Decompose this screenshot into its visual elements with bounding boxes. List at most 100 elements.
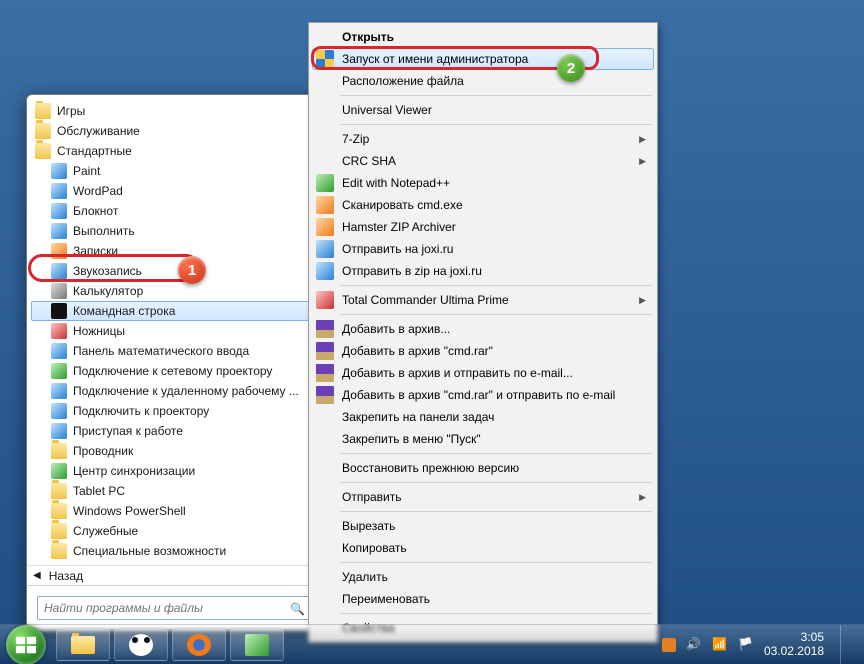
context-item-label: Сканировать cmd.exe (342, 198, 634, 212)
winrar-icon (316, 364, 334, 382)
start-item[interactable]: Подключить к проектору (31, 401, 319, 421)
flag-icon[interactable]: 🏳️ (738, 637, 754, 653)
context-item[interactable]: 7-Zip▶ (312, 128, 654, 150)
context-item[interactable]: Восстановить прежнюю версию (312, 457, 654, 479)
context-item[interactable]: Добавить в архив... (312, 318, 654, 340)
taskbar-app-firefox[interactable] (172, 629, 226, 661)
start-folder[interactable]: Обслуживание (31, 121, 319, 141)
context-item[interactable]: Отправить▶ (312, 486, 654, 508)
context-item[interactable]: Отправить в zip на joxi.ru (312, 260, 654, 282)
context-item-label: Отправить в zip на joxi.ru (342, 264, 634, 278)
blank-icon (316, 517, 334, 535)
context-separator (340, 314, 652, 315)
context-item-label: Копировать (342, 541, 634, 555)
context-item-label: Закрепить в меню "Пуск" (342, 432, 634, 446)
start-item-command-prompt[interactable]: Командная строка (31, 301, 319, 321)
start-menu-back[interactable]: ◀ Назад (27, 565, 323, 585)
context-item[interactable]: Копировать (312, 537, 654, 559)
context-item[interactable]: Закрепить на панели задач (312, 406, 654, 428)
submenu-arrow-icon: ▶ (639, 134, 646, 145)
start-item[interactable]: Панель математического ввода (31, 341, 319, 361)
folder-icon (35, 103, 51, 119)
context-item[interactable]: Добавить в архив и отправить по e-mail..… (312, 362, 654, 384)
start-item[interactable]: Ножницы (31, 321, 319, 341)
context-item-run-as-admin[interactable]: Запуск от имени администратора (312, 48, 654, 70)
start-subfolder[interactable]: Tablet PC (31, 481, 319, 501)
taskbar-app-monitor[interactable] (230, 629, 284, 661)
context-item-label: Закрепить на панели задач (342, 410, 634, 424)
clock-time: 3:05 (764, 631, 824, 645)
network-icon[interactable]: 📶 (712, 637, 728, 653)
context-separator (340, 95, 652, 96)
start-subfolder[interactable]: Специальные возможности (31, 541, 319, 561)
context-item[interactable]: Переименовать (312, 588, 654, 610)
blank-icon (316, 459, 334, 477)
context-item[interactable]: Расположение файла (312, 70, 654, 92)
start-item[interactable]: Проводник (31, 441, 319, 461)
start-item[interactable]: Выполнить (31, 221, 319, 241)
start-item[interactable]: Paint (31, 161, 319, 181)
context-item[interactable]: Universal Viewer (312, 99, 654, 121)
show-desktop-button[interactable] (840, 625, 850, 664)
context-menu: ОткрытьЗапуск от имени администратораРас… (308, 22, 658, 643)
start-folder[interactable]: Стандартные (31, 141, 319, 161)
context-item[interactable]: Total Commander Ultima Prime▶ (312, 289, 654, 311)
taskbar-clock[interactable]: 3:05 03.02.2018 (764, 631, 824, 659)
start-item[interactable]: Блокнот (31, 201, 319, 221)
start-item-label: Блокнот (73, 204, 118, 218)
clock-date: 03.02.2018 (764, 645, 824, 659)
folder-label: Tablet PC (73, 484, 125, 498)
context-item[interactable]: Сканировать cmd.exe (312, 194, 654, 216)
start-item[interactable]: Центр синхронизации (31, 461, 319, 481)
search-input[interactable] (37, 596, 313, 620)
folder-icon (51, 503, 67, 519)
taskbar-app-explorer[interactable] (56, 629, 110, 661)
cmd-icon (51, 303, 67, 319)
taskbar: 🔊 📶 🏳️ 3:05 03.02.2018 (0, 624, 864, 664)
context-item[interactable]: Удалить (312, 566, 654, 588)
context-item[interactable]: Edit with Notepad++ (312, 172, 654, 194)
start-item[interactable]: Приступая к работе (31, 421, 319, 441)
getting-icon (51, 423, 67, 439)
start-item-label: Выполнить (73, 224, 135, 238)
folder-label: Windows PowerShell (73, 504, 186, 518)
start-item[interactable]: Записки (31, 241, 319, 261)
context-item-label: Переименовать (342, 592, 634, 606)
blank-icon (316, 590, 334, 608)
taskbar-app-panda[interactable] (114, 629, 168, 661)
context-item-label: Edit with Notepad++ (342, 176, 634, 190)
context-item[interactable]: Hamster ZIP Archiver (312, 216, 654, 238)
folder-label: Игры (57, 104, 85, 118)
context-item[interactable]: Вырезать (312, 515, 654, 537)
start-item-label: Центр синхронизации (73, 464, 195, 478)
start-menu: Игры ОбслуживаниеСтандартные PaintWordPad… (26, 94, 324, 631)
blank-icon (316, 72, 334, 90)
context-item[interactable]: Добавить в архив "cmd.rar" и отправить п… (312, 384, 654, 406)
start-subfolder[interactable]: Windows PowerShell (31, 501, 319, 521)
start-folder[interactable]: Игры (31, 101, 319, 121)
tray-app-icon[interactable] (662, 638, 676, 652)
start-subfolder[interactable]: Служебные (31, 521, 319, 541)
winrar-icon (316, 386, 334, 404)
context-item[interactable]: Добавить в архив "cmd.rar" (312, 340, 654, 362)
start-menu-programs: Игры ОбслуживаниеСтандартные PaintWordPad… (27, 101, 323, 561)
system-tray: 🔊 📶 🏳️ 3:05 03.02.2018 (662, 625, 858, 664)
start-item[interactable]: Подключение к сетевому проектору (31, 361, 319, 381)
blank-icon (316, 568, 334, 586)
start-button[interactable] (6, 625, 46, 664)
back-arrow-icon: ◀ (33, 570, 41, 581)
context-item[interactable]: CRC SHA▶ (312, 150, 654, 172)
start-item[interactable]: Подключение к удаленному рабочему ... (31, 381, 319, 401)
start-item[interactable]: Звукозапись (31, 261, 319, 281)
start-item[interactable]: WordPad (31, 181, 319, 201)
context-item-label: Добавить в архив "cmd.rar" (342, 344, 634, 358)
sound-icon[interactable]: 🔊 (686, 637, 702, 653)
context-item[interactable]: Открыть (312, 26, 654, 48)
blank-icon (316, 130, 334, 148)
context-item[interactable]: Закрепить в меню "Пуск" (312, 428, 654, 450)
context-item[interactable]: Отправить на joxi.ru (312, 238, 654, 260)
start-item[interactable]: Калькулятор (31, 281, 319, 301)
context-item-label: Total Commander Ultima Prime (342, 293, 634, 307)
explorer-icon (71, 636, 95, 654)
blank-icon (316, 408, 334, 426)
